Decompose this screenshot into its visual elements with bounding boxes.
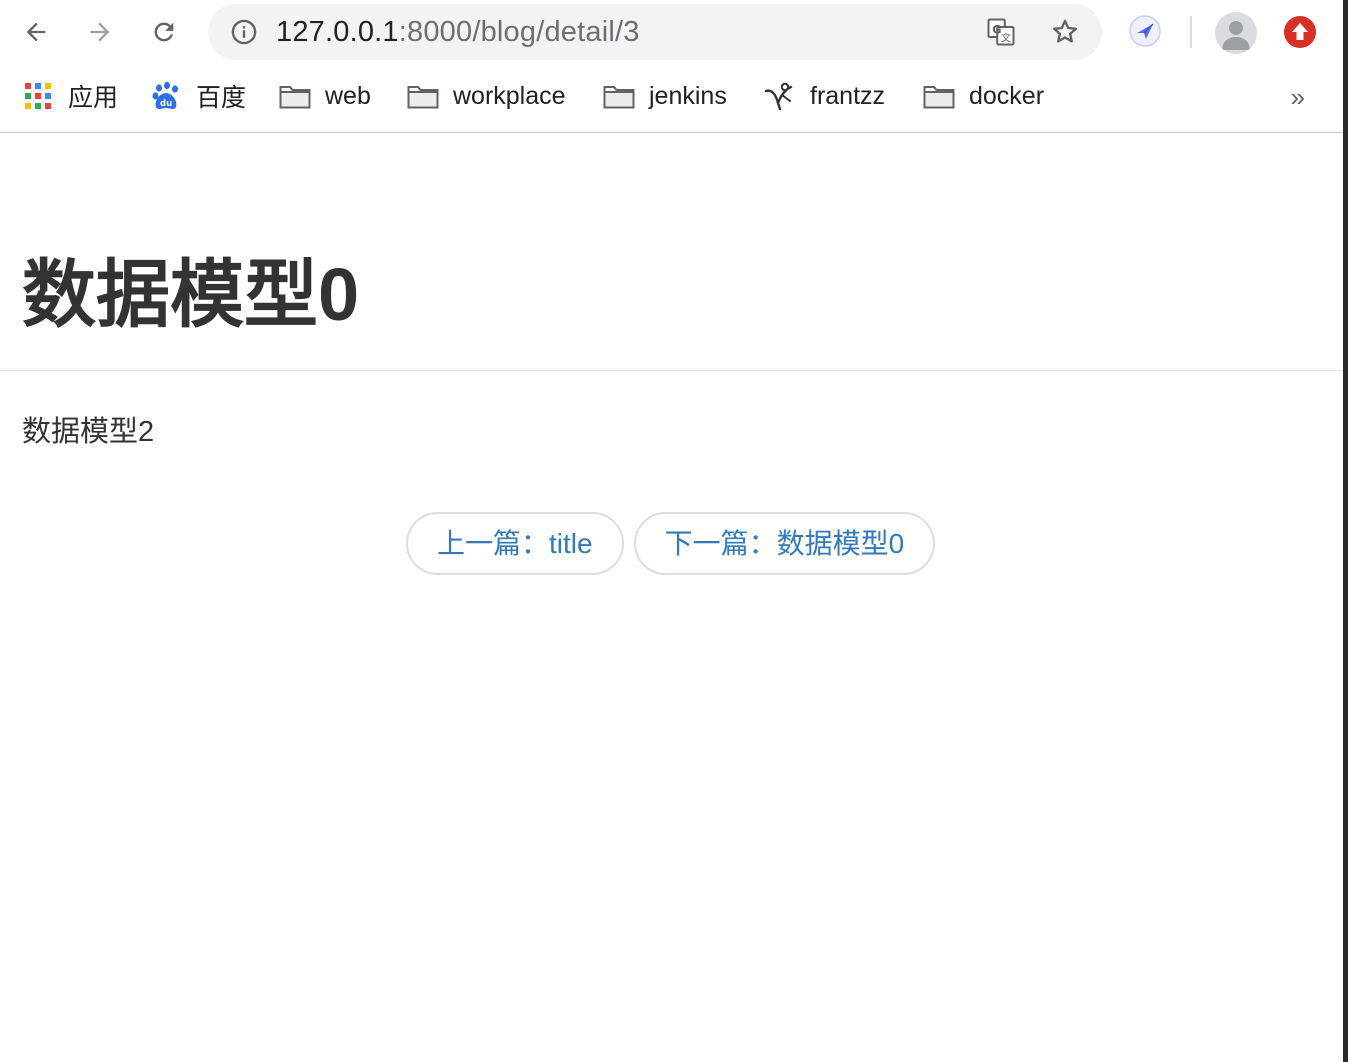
- update-icon[interactable]: [1283, 15, 1317, 49]
- bookmark-baidu[interactable]: du 百度: [150, 78, 246, 114]
- bookmarks-bar: 应用 du 百度 web workplace jenkins frantzz d…: [0, 64, 1343, 133]
- bookmark-folder-docker[interactable]: docker: [923, 78, 1044, 114]
- back-arrow-icon: [26, 22, 46, 42]
- address-bar[interactable]: 127.0.0.1:8000/blog/detail/3 G 文: [208, 4, 1102, 60]
- bookmark-label: 百度: [196, 84, 247, 112]
- bookmark-label: jenkins: [649, 81, 727, 110]
- bookmark-frantzz[interactable]: frantzz: [764, 78, 885, 114]
- browser-toolbar: 127.0.0.1:8000/blog/detail/3 G 文: [0, 0, 1343, 64]
- page-header: 数据模型0: [0, 134, 1343, 371]
- forward-arrow-icon: [90, 22, 110, 42]
- bookmarks-overflow-chevron-icon[interactable]: »: [1291, 82, 1305, 113]
- site-info-icon[interactable]: [230, 18, 258, 46]
- profile-avatar[interactable]: [1215, 12, 1257, 54]
- bookmark-label: frantzz: [810, 81, 886, 110]
- url-host: 127.0.0.1: [276, 16, 399, 48]
- reload-button[interactable]: [144, 12, 184, 52]
- apps-grid-icon: [22, 82, 54, 110]
- bookmark-label: web: [325, 81, 371, 110]
- post-body: 数据模型2: [22, 416, 155, 448]
- bookmark-folder-jenkins[interactable]: jenkins: [603, 78, 727, 114]
- person-icon: [1222, 21, 1250, 50]
- bookmark-label: workplace: [453, 81, 566, 110]
- url-path: :8000/blog/detail/3: [398, 16, 640, 48]
- bookmark-folder-workplace[interactable]: workplace: [407, 78, 566, 114]
- page-title: 数据模型0: [22, 253, 360, 336]
- back-button[interactable]: [16, 12, 56, 52]
- window-edge: [1343, 0, 1348, 1062]
- svg-text:du: du: [160, 99, 172, 109]
- pager: 上一篇：title 下一篇：数据模型0: [406, 512, 936, 575]
- toolbar-divider: [1190, 16, 1192, 48]
- svg-text:文: 文: [1001, 31, 1011, 44]
- frantzz-logo-icon: [764, 82, 796, 111]
- baidu-paw-icon: du: [150, 81, 182, 110]
- bookmark-star-icon[interactable]: [1050, 17, 1080, 47]
- folder-icon: [279, 82, 311, 110]
- folder-icon: [923, 82, 955, 110]
- translate-icon[interactable]: G 文: [986, 17, 1016, 47]
- bookmark-folder-web[interactable]: web: [279, 78, 371, 114]
- reload-icon: [154, 22, 174, 42]
- folder-icon: [603, 82, 635, 110]
- bookmark-label: docker: [969, 81, 1045, 110]
- bookmark-apps[interactable]: 应用: [22, 78, 118, 114]
- next-post-link[interactable]: 下一篇：数据模型0: [633, 512, 936, 575]
- url-text[interactable]: 127.0.0.1:8000/blog/detail/3: [276, 17, 640, 47]
- page-content: 数据模型0 数据模型2 上一篇：title 下一篇：数据模型0: [0, 134, 1343, 1062]
- extension-icon[interactable]: [1128, 14, 1162, 48]
- folder-icon: [407, 82, 439, 110]
- bookmark-label: 应用: [68, 84, 119, 112]
- previous-post-link[interactable]: 上一篇：title: [406, 512, 624, 575]
- forward-button[interactable]: [80, 12, 120, 52]
